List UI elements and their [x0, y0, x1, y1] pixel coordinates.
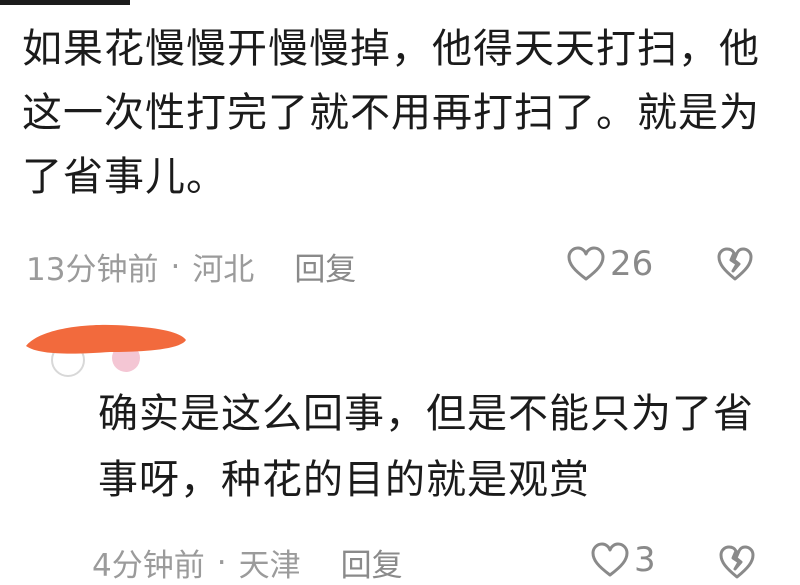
comment-time: 13分钟前	[26, 252, 159, 288]
comment-location: 河北	[192, 252, 255, 288]
top-divider-bar	[0, 0, 130, 5]
dislike-button[interactable]	[716, 246, 754, 286]
like-button[interactable]: 3	[590, 540, 656, 580]
reply-button[interactable]: 回复	[294, 244, 356, 289]
reply-meta: 4分钟前 · 天津 回复	[92, 540, 403, 585]
heart-outline-icon	[567, 246, 605, 281]
reply-time: 4分钟前	[92, 548, 205, 584]
broken-heart-icon	[719, 545, 755, 579]
meta-separator: ·	[216, 544, 227, 581]
reply-comment-text: 确实是这么回事，但是不能只为了省事呀，种花的目的就是观赏	[98, 391, 754, 503]
reply-location: 天津	[238, 548, 301, 584]
like-count: 26	[610, 244, 654, 284]
meta-separator: ·	[170, 248, 181, 285]
like-button[interactable]: 26	[566, 244, 653, 284]
heart-outline-icon	[591, 542, 629, 577]
comment-meta: 13分钟前 · 河北 回复	[26, 244, 356, 289]
comment-text: 如果花慢慢开慢慢掉，他得天天打扫，他这一次性打完了就不用再打扫了。就是为了省事儿…	[22, 26, 760, 200]
reply-button[interactable]: 回复	[341, 540, 403, 585]
like-count: 3	[634, 540, 656, 580]
broken-heart-icon	[717, 247, 753, 281]
redacted-avatar	[20, 318, 190, 378]
dislike-button[interactable]	[718, 544, 756, 584]
